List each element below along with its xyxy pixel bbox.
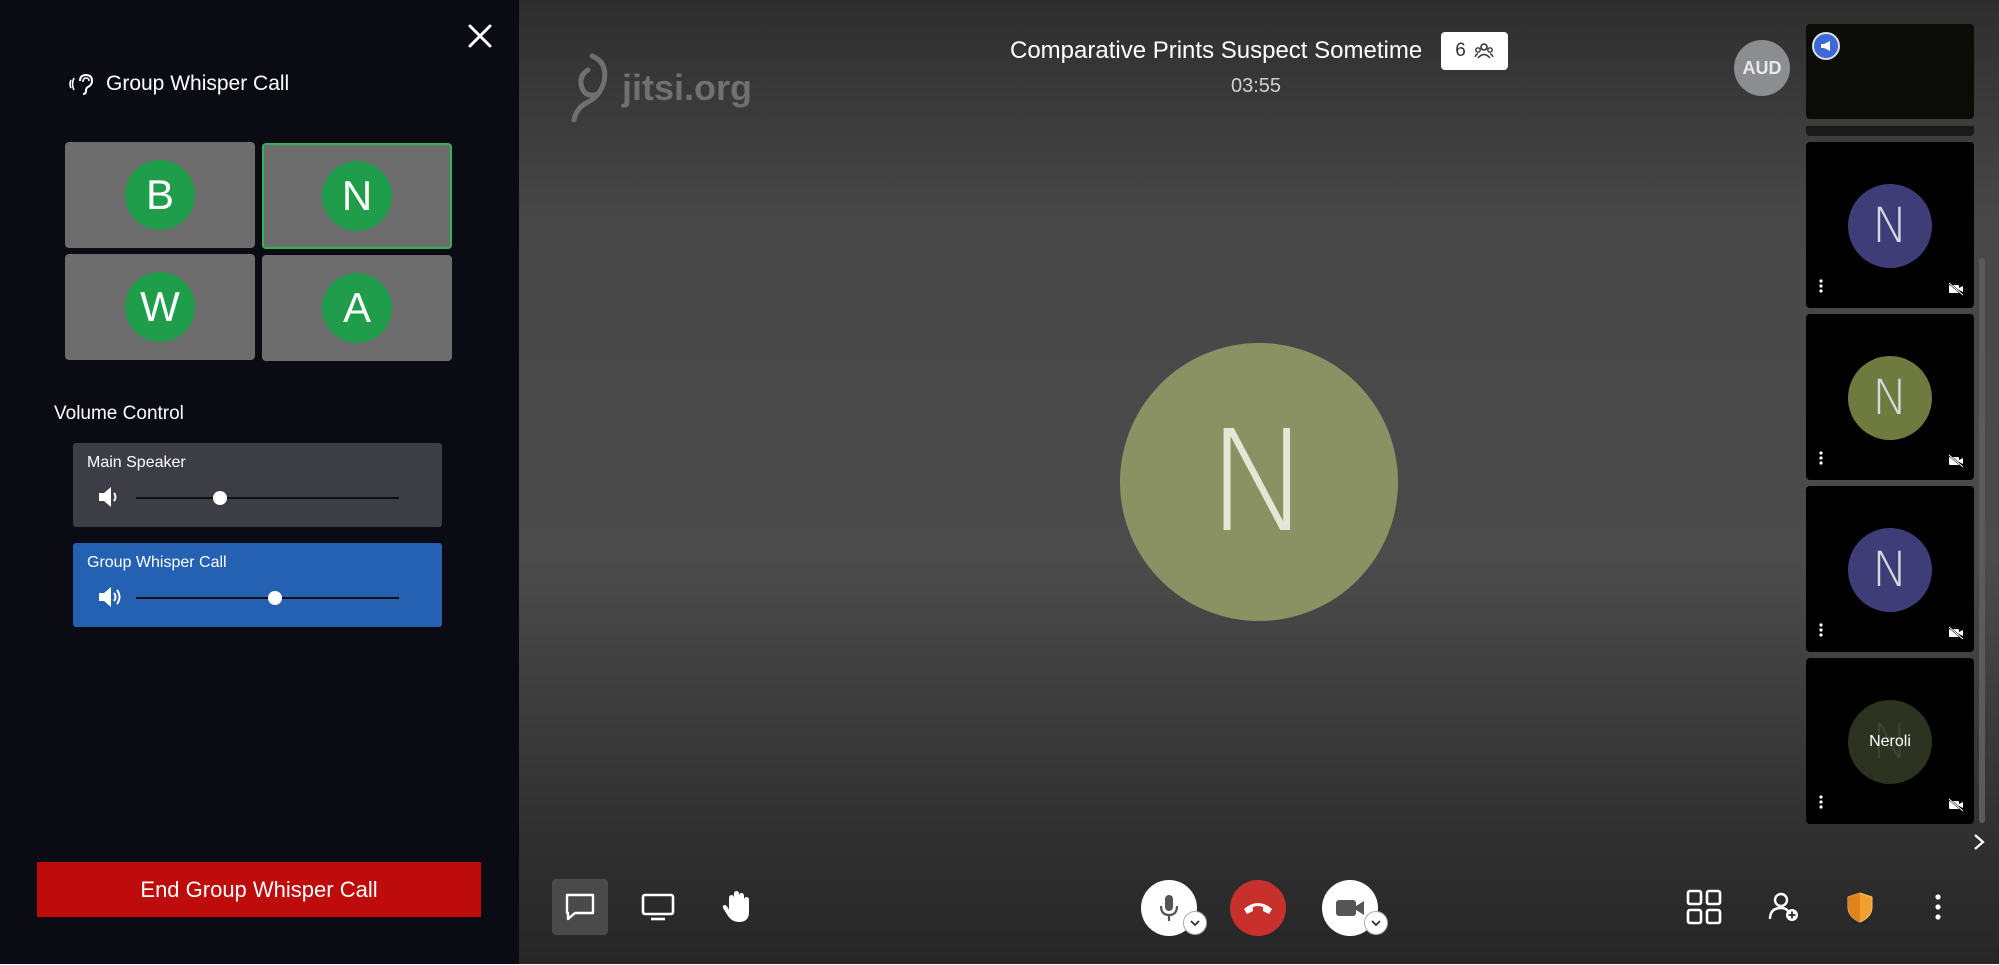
thumbnail-menu-icon[interactable] [1816, 794, 1826, 810]
audio-settings-chevron[interactable] [1183, 911, 1207, 935]
participant-thumbnail[interactable]: N [1806, 486, 1974, 652]
whisper-participant-tile[interactable]: A [262, 255, 452, 361]
raise-hand-icon [722, 891, 749, 922]
thumbnail-avatar: N [1848, 356, 1932, 440]
local-user-avatar[interactable]: AUD [1734, 40, 1790, 96]
whisper-call-volume: Group Whisper Call [73, 543, 442, 627]
thumbnail-display-name: Neroli [1869, 733, 1911, 750]
video-settings-chevron[interactable] [1364, 911, 1388, 935]
thumbnail-menu-icon[interactable] [1816, 450, 1826, 466]
speaker-icon[interactable] [97, 485, 123, 509]
video-off-icon [1948, 454, 1964, 468]
whisper-panel: Group Whisper Call B N W A Volume Contro… [0, 0, 519, 965]
volume-slider[interactable] [136, 491, 399, 505]
thumbnail-edge [1806, 126, 1974, 136]
video-off-icon [1948, 626, 1964, 640]
volume-slider-handle[interactable] [268, 591, 283, 605]
chat-icon [565, 893, 595, 921]
participant-thumbnail[interactable]: N [1806, 314, 1974, 480]
end-whisper-call-button[interactable]: End Group Whisper Call [37, 862, 481, 917]
main-speaker-volume: Main Speaker [73, 443, 442, 527]
tile-view-icon [1686, 889, 1722, 925]
panel-title-text: Group Whisper Call [106, 72, 290, 95]
hangup-icon [1244, 903, 1272, 914]
security-options-button[interactable] [1832, 879, 1888, 935]
chevron-down-icon [1371, 920, 1381, 927]
participants-icon [1474, 43, 1494, 59]
whisper-ear-icon [69, 73, 94, 95]
video-off-icon [1948, 798, 1964, 812]
video-off-icon [1948, 282, 1964, 296]
more-actions-button[interactable] [1910, 879, 1966, 935]
volume-slider[interactable] [136, 591, 399, 605]
participant-count-badge[interactable]: 6 [1441, 32, 1508, 70]
participant-avatar: N [322, 161, 392, 231]
participant-avatar: A [322, 273, 392, 343]
participant-thumbnail[interactable]: N [1806, 142, 1974, 308]
local-video-thumbnail[interactable] [1806, 24, 1974, 119]
jitsi-watermark[interactable]: jitsi.org [568, 52, 752, 124]
chat-button[interactable] [552, 879, 608, 935]
invite-people-button[interactable] [1756, 879, 1812, 935]
chevron-down-icon [1190, 920, 1200, 927]
close-icon[interactable] [466, 22, 494, 50]
speaker-icon[interactable] [97, 585, 123, 609]
hangup-button[interactable] [1230, 880, 1286, 936]
chevron-right-icon[interactable] [1971, 831, 1987, 853]
panel-title: Group Whisper Call [68, 72, 289, 96]
camera-icon [1336, 900, 1364, 916]
watermark-text: jitsi.org [622, 67, 753, 108]
shield-icon [1847, 892, 1873, 923]
megaphone-icon [1821, 41, 1830, 51]
participant-count: 6 [1455, 40, 1466, 61]
whisper-participant-tile[interactable]: N [262, 143, 452, 249]
meeting-timer: 03:55 [1231, 75, 1282, 97]
thumbnail-menu-icon[interactable] [1816, 278, 1826, 294]
participant-avatar: B [125, 160, 195, 230]
more-vertical-icon [1935, 894, 1941, 920]
microphone-icon [1159, 895, 1179, 921]
whisper-participant-tile[interactable]: B [65, 142, 255, 248]
thumbnail-avatar: N [1848, 184, 1932, 268]
thumbnail-avatar: N [1848, 528, 1932, 612]
participant-avatar: W [125, 272, 195, 342]
volume-slider-handle[interactable] [213, 491, 228, 505]
screenshare-icon [641, 893, 675, 921]
thumbnail-menu-icon[interactable] [1816, 622, 1826, 638]
dominant-speaker-avatar: N [1120, 343, 1398, 621]
volume-control-heading: Volume Control [54, 403, 184, 424]
volume-label: Group Whisper Call [87, 554, 227, 571]
raised-hand-badge [1812, 32, 1840, 60]
whisper-participant-tile[interactable]: W [65, 254, 255, 360]
volume-label: Main Speaker [87, 454, 186, 471]
jitsi-logo-icon [571, 53, 608, 123]
tile-view-button[interactable] [1676, 879, 1732, 935]
screenshare-button[interactable] [630, 879, 686, 935]
filmstrip-scrollbar[interactable] [1979, 258, 1985, 823]
add-user-icon [1768, 892, 1798, 921]
meeting-title: Comparative Prints Suspect Sometime [1010, 37, 1423, 64]
participant-thumbnail[interactable]: N Neroli [1806, 658, 1974, 824]
raise-hand-button[interactable] [709, 879, 765, 935]
